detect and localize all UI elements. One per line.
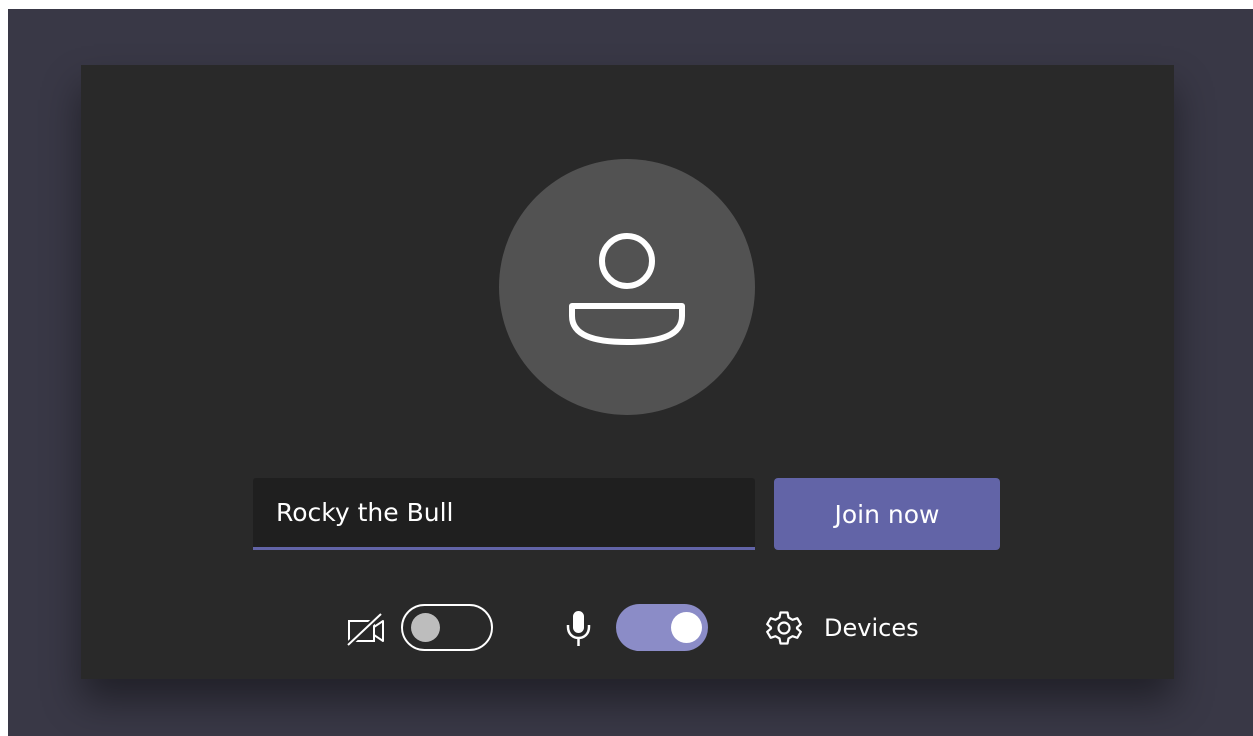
camera-off-icon [346, 612, 384, 646]
name-input[interactable] [253, 478, 755, 547]
join-now-button[interactable]: Join now [774, 478, 1000, 550]
prejoin-panel: Join now Devices [81, 65, 1174, 679]
camera-toggle[interactable] [401, 604, 493, 651]
person-icon [569, 233, 685, 345]
devices-button[interactable]: Devices [765, 606, 919, 650]
devices-label: Devices [824, 614, 919, 642]
microphone-toggle[interactable] [616, 604, 708, 651]
camera-toggle-knob [411, 613, 440, 642]
app-background: Join now Devices [8, 9, 1253, 736]
gear-icon [766, 611, 802, 645]
microphone-toggle-knob [671, 612, 702, 643]
microphone-icon [566, 611, 591, 646]
avatar [499, 159, 755, 415]
name-field[interactable] [253, 478, 755, 550]
